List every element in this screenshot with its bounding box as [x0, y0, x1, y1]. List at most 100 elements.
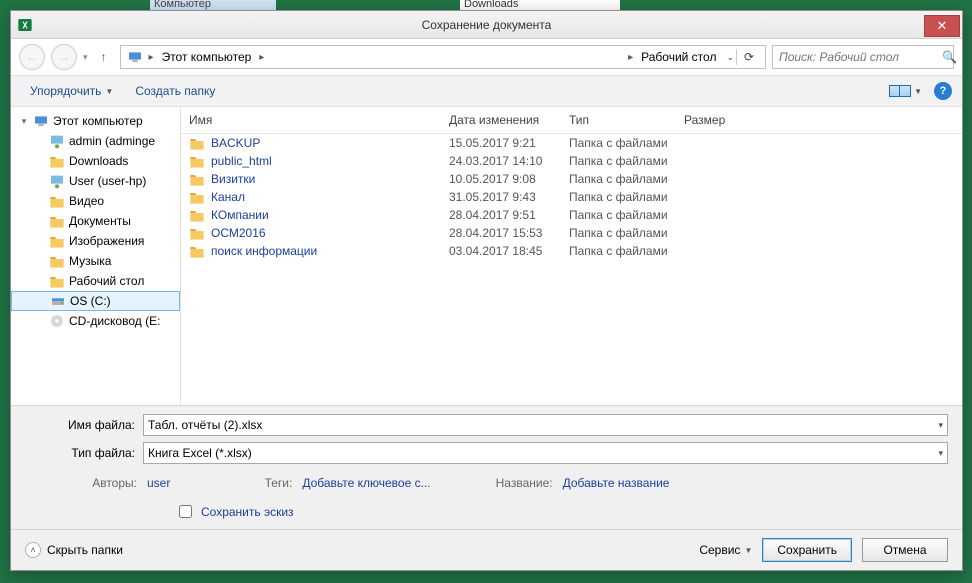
tree-item[interactable]: OS (C:) — [11, 291, 180, 311]
chevron-right-icon: ▸ — [626, 52, 635, 63]
tree-item[interactable]: Изображения — [11, 231, 180, 251]
chevron-down-icon[interactable]: ▾ — [938, 448, 943, 459]
tree-item[interactable]: CD-дисковод (E: — [11, 311, 180, 331]
search-box[interactable]: 🔍 — [772, 45, 954, 69]
folder-icon — [49, 233, 65, 249]
tree-item-label: admin (adminge — [69, 134, 155, 148]
file-type: Папка с файлами — [561, 226, 676, 240]
title-meta-value[interactable]: Добавьте название — [563, 476, 670, 490]
save-thumbnail-label[interactable]: Сохранить эскиз — [201, 505, 294, 519]
refresh-icon: ⟳ — [744, 50, 754, 64]
search-icon[interactable]: 🔍 — [942, 50, 957, 64]
tree-item-label: CD-дисковод (E: — [69, 314, 160, 328]
column-name[interactable]: Имя — [181, 107, 441, 133]
folder-icon — [189, 154, 205, 168]
help-button[interactable]: ? — [934, 82, 952, 100]
tree-item[interactable]: Видео — [11, 191, 180, 211]
close-button[interactable]: ✕ — [924, 15, 960, 37]
file-date: 24.03.2017 14:10 — [441, 154, 561, 168]
view-icon — [899, 85, 911, 97]
back-button[interactable]: ← — [19, 44, 45, 70]
save-thumbnail-checkbox[interactable] — [179, 505, 192, 518]
new-folder-label: Создать папку — [135, 84, 215, 98]
column-type[interactable]: Тип — [561, 107, 676, 133]
breadcrumb-root[interactable]: Этот компьютер — [156, 46, 258, 68]
chevron-down-icon[interactable]: ⌄ — [726, 52, 734, 63]
column-date[interactable]: Дата изменения — [441, 107, 561, 133]
file-date: 15.05.2017 9:21 — [441, 136, 561, 150]
list-row[interactable]: BACKUP 15.05.2017 9:21Папка с файлами — [181, 134, 962, 152]
arrow-up-icon: ↑ — [101, 50, 107, 64]
file-list[interactable]: Имя Дата изменения Тип Размер BACKUP 15.0… — [181, 107, 962, 405]
authors-value[interactable]: user — [147, 476, 170, 490]
tree-item[interactable]: admin (adminge — [11, 131, 180, 151]
hide-folders-button[interactable]: ˄ Скрыть папки — [25, 542, 123, 558]
tree-item[interactable]: Downloads — [11, 151, 180, 171]
file-date: 28.04.2017 9:51 — [441, 208, 561, 222]
tags-value[interactable]: Добавьте ключевое с... — [302, 476, 430, 490]
chevron-right-icon: ▸ — [147, 52, 156, 63]
forward-button[interactable]: → — [51, 44, 77, 70]
list-row[interactable]: поиск информации03.04.2017 18:45Папка с … — [181, 242, 962, 260]
chevron-down-icon[interactable]: ▾ — [938, 420, 943, 431]
list-row[interactable]: Канал31.05.2017 9:43Папка с файлами — [181, 188, 962, 206]
list-row[interactable]: ОСМ201628.04.2017 15:53Папка с файлами — [181, 224, 962, 242]
folder-tree[interactable]: ▾Этот компьютер admin (adminge DownloadsUs… — [11, 107, 181, 405]
file-name: Канал — [211, 190, 245, 204]
folder-icon — [189, 190, 205, 204]
arrow-left-icon: ← — [26, 50, 38, 64]
tree-item[interactable]: ▾Этот компьютер — [11, 111, 180, 131]
filename-value: Табл. отчёты (2).xlsx — [148, 418, 262, 432]
tree-item[interactable]: User (user-hp) — [11, 171, 180, 191]
excel-doc-icon — [17, 17, 33, 33]
tree-item[interactable]: Музыка — [11, 251, 180, 271]
tree-item-label: Документы — [69, 214, 131, 228]
filetype-select[interactable]: Книга Excel (*.xlsx) ▾ — [143, 442, 948, 464]
close-icon: ✕ — [937, 18, 948, 34]
bottom-panel: Имя файла: Табл. отчёты (2).xlsx ▾ Тип ф… — [11, 405, 962, 529]
recent-dropdown[interactable]: ▾ — [83, 52, 88, 63]
new-folder-button[interactable]: Создать папку — [126, 79, 224, 103]
footer: ˄ Скрыть папки Сервис ▼ Сохранить Отмена — [11, 529, 962, 570]
dialog-title: Сохранение документа — [11, 18, 962, 32]
file-name: public_html — [211, 154, 272, 168]
folder-icon — [49, 273, 65, 289]
toolbar: Упорядочить ▼ Создать папку ▼ ? — [11, 75, 962, 107]
cancel-button[interactable]: Отмена — [862, 538, 948, 562]
filename-input[interactable]: Табл. отчёты (2).xlsx ▾ — [143, 414, 948, 436]
folder-icon — [189, 208, 205, 222]
arrow-right-icon: → — [58, 50, 70, 64]
organize-button[interactable]: Упорядочить ▼ — [21, 79, 122, 103]
title-meta-label: Название: — [481, 476, 553, 490]
file-type: Папка с файлами — [561, 208, 676, 222]
column-size[interactable]: Размер — [676, 107, 756, 133]
tree-item[interactable]: Рабочий стол — [11, 271, 180, 291]
up-button[interactable]: ↑ — [94, 47, 114, 67]
chevron-down-icon: ▼ — [744, 546, 752, 555]
tree-item-label: Видео — [69, 194, 104, 208]
tree-item[interactable]: Документы — [11, 211, 180, 231]
service-button[interactable]: Сервис ▼ — [699, 543, 752, 557]
view-mode-button[interactable]: ▼ — [885, 83, 926, 99]
breadcrumb-bar[interactable]: ▸ Этот компьютер ▸ ▸ Рабочий стол ⌄ ⟳ — [120, 45, 766, 69]
file-name: поиск информации — [211, 244, 317, 258]
search-input[interactable] — [773, 50, 942, 64]
folder-icon — [49, 213, 65, 229]
folder-icon — [189, 136, 205, 150]
netfolder-icon — [49, 133, 65, 149]
file-type: Папка с файлами — [561, 244, 676, 258]
file-name: BACKUP — [211, 136, 260, 150]
refresh-button[interactable]: ⟳ — [739, 47, 759, 67]
list-row[interactable]: Визитки10.05.2017 9:08Папка с файлами — [181, 170, 962, 188]
chevron-down-icon: ▼ — [914, 87, 922, 96]
file-name: ОСМ2016 — [211, 226, 266, 240]
breadcrumb-current[interactable]: Рабочий стол — [635, 46, 722, 68]
save-button[interactable]: Сохранить — [762, 538, 852, 562]
list-row[interactable]: КОмпании28.04.2017 9:51Папка с файлами — [181, 206, 962, 224]
folder-icon — [49, 193, 65, 209]
list-row[interactable]: public_html24.03.2017 14:10Папка с файла… — [181, 152, 962, 170]
save-as-dialog: Сохранение документа ✕ ← → ▾ ↑ ▸ Этот ко… — [10, 10, 963, 571]
file-type: Папка с файлами — [561, 136, 676, 150]
expand-icon[interactable]: ▾ — [19, 116, 29, 127]
help-icon: ? — [940, 85, 947, 97]
